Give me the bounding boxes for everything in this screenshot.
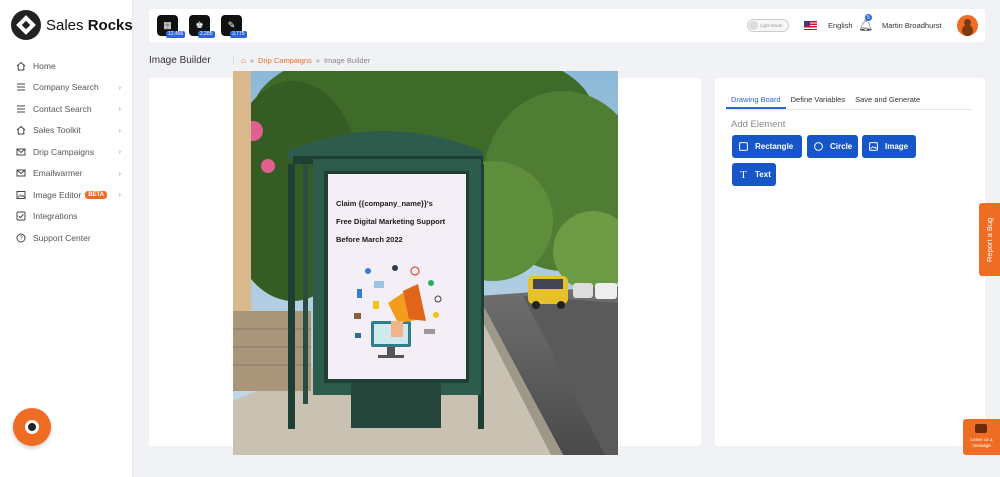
add-image-label: Image — [885, 142, 909, 151]
mail-icon — [16, 147, 26, 157]
sidebar-item-label: Image Editor — [33, 189, 82, 200]
chevron-right-icon: › — [118, 190, 121, 200]
user-name[interactable]: Martin Broadhurst — [882, 21, 942, 30]
logo-mark-icon — [25, 420, 39, 434]
text-icon: T — [740, 168, 747, 181]
sidebar-item-label: Support Center — [33, 232, 91, 243]
sidebar: Sales Rocks Home Company Search › Contac… — [0, 0, 133, 477]
sidebar-item-label: Emailwarmer — [33, 168, 83, 179]
chat-widget-button[interactable]: Leave us a message — [963, 419, 1000, 455]
mail-icon — [16, 168, 26, 178]
credits-badge: 2,285 — [198, 31, 215, 38]
panel-tabs: Drawing Board Define Variables Save and … — [726, 91, 972, 110]
design-canvas[interactable]: Claim {{company_name}}'s Free Digital Ma… — [233, 71, 618, 455]
page-title: Image Builder — [149, 55, 211, 66]
chevron-right-icon: › — [118, 125, 121, 135]
sidebar-item-label: Drip Campaigns — [33, 146, 94, 157]
checkbox-icon — [16, 211, 26, 221]
sidebar-item-label: Sales Toolkit — [33, 125, 81, 136]
language-selector[interactable]: English — [828, 21, 853, 30]
contact-credits-counter[interactable]: ♚ 2,285 — [189, 15, 215, 38]
breadcrumb-separator: » — [315, 56, 320, 65]
sidebar-item-label: Home — [33, 60, 56, 71]
add-circle-button[interactable]: Circle — [807, 135, 858, 158]
sidebar-nav: Home Company Search › Contact Search › S… — [0, 55, 133, 249]
sidebar-item-label: Contact Search — [33, 103, 92, 114]
us-flag-icon[interactable] — [804, 21, 817, 30]
credits-badge: 3,775 — [230, 31, 247, 38]
add-circle-label: Circle — [830, 142, 853, 151]
home-icon — [16, 125, 26, 135]
chevron-right-icon: › — [118, 104, 121, 114]
logo[interactable]: Sales Rocks — [11, 10, 133, 40]
add-text-button[interactable]: T Text — [732, 163, 776, 186]
sidebar-item-integrations[interactable]: Integrations — [0, 206, 133, 228]
sidebar-item-emailwarmer[interactable]: Emailwarmer › — [0, 163, 133, 185]
circle-icon — [814, 142, 823, 151]
notification-button[interactable]: 🔔︎ 5 — [858, 14, 873, 32]
poster-headline[interactable]: Claim {{company_name}}'s Free Digital Ma… — [336, 195, 471, 249]
notification-count: 5 — [865, 14, 872, 21]
report-bug-button[interactable]: Report a Bug — [979, 203, 1000, 276]
logo-mark-icon — [11, 10, 41, 40]
home-icon[interactable]: ⌂ — [241, 56, 246, 65]
sidebar-item-drip-campaigns[interactable]: Drip Campaigns › — [0, 141, 133, 163]
tab-save-and-generate[interactable]: Save and Generate — [850, 91, 925, 109]
bus-stop-photo — [233, 71, 618, 455]
breadcrumb-link-drip-campaigns[interactable]: Drip Campaigns — [258, 56, 312, 65]
chevron-right-icon: › — [118, 168, 121, 178]
sidebar-item-support-center[interactable]: ? Support Center — [0, 227, 133, 249]
home-icon — [16, 61, 26, 71]
sidebar-item-sales-toolkit[interactable]: Sales Toolkit › — [0, 120, 133, 142]
logo-text: Sales Rocks — [46, 16, 133, 34]
breadcrumb-separator: » — [249, 56, 255, 65]
poster-line: Claim {{company_name}}'s — [336, 199, 433, 208]
tab-define-variables[interactable]: Define Variables — [786, 91, 850, 109]
add-rectangle-button[interactable]: Rectangle — [732, 135, 802, 158]
avatar[interactable] — [957, 15, 978, 36]
rocket-launcher-button[interactable] — [13, 408, 51, 446]
sidebar-item-contact-search[interactable]: Contact Search › — [0, 98, 133, 120]
add-element-label: Add Element — [731, 119, 786, 130]
chevron-right-icon: › — [118, 82, 121, 92]
tool-credits-counter[interactable]: ✎ 3,775 — [221, 15, 247, 38]
help-icon: ? — [16, 233, 26, 243]
image-icon — [16, 190, 26, 200]
breadcrumb: ⌂ » Drip Campaigns » Image Builder — [233, 56, 370, 65]
add-rectangle-label: Rectangle — [755, 142, 794, 151]
company-credits-counter[interactable]: ▦ 12,456 — [157, 15, 186, 38]
theme-toggle-label: Light Mode — [760, 23, 783, 28]
breadcrumb-current: Image Builder — [323, 56, 371, 65]
list-icon — [16, 104, 26, 114]
tools-icon: ✎ — [227, 20, 236, 30]
chat-widget-label: Leave us a message — [970, 437, 993, 448]
sidebar-item-image-editor[interactable]: Image Editor BETA › — [0, 184, 133, 206]
sidebar-item-label: Integrations — [33, 211, 78, 222]
topbar: ▦ 12,456 ♚ 2,285 ✎ 3,775 Light Mode Engl… — [149, 9, 985, 42]
element-panel: Drawing Board Define Variables Save and … — [715, 78, 985, 446]
image-icon — [869, 142, 878, 151]
theme-toggle[interactable]: Light Mode — [747, 19, 789, 32]
poster-line: Free Digital Marketing Support — [336, 217, 446, 226]
beta-badge: BETA — [85, 190, 108, 199]
tab-drawing-board[interactable]: Drawing Board — [726, 91, 786, 109]
sidebar-item-company-search[interactable]: Company Search › — [0, 77, 133, 99]
rectangle-icon — [739, 142, 748, 151]
chevron-right-icon: › — [118, 147, 121, 157]
sidebar-item-home[interactable]: Home — [0, 55, 133, 77]
add-text-label: Text — [755, 170, 771, 179]
poster-line: Before March 2022 — [336, 235, 403, 244]
list-icon — [16, 82, 26, 92]
credits-badge: 12,456 — [166, 31, 186, 38]
contacts-icon: ♚ — [195, 20, 204, 30]
company-icon: ▦ — [163, 20, 172, 30]
sidebar-item-label: Company Search — [33, 82, 99, 93]
add-image-button[interactable]: Image — [862, 135, 916, 158]
